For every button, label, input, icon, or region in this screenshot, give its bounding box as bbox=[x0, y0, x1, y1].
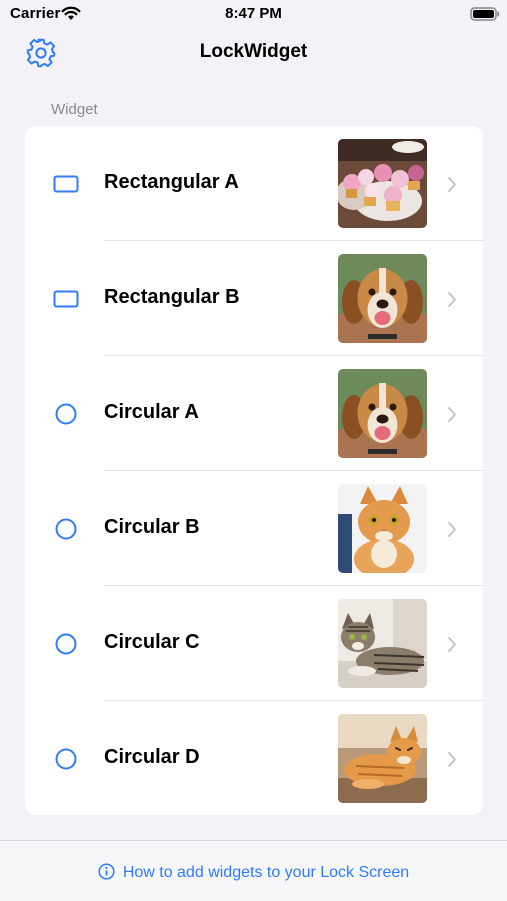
circle-icon bbox=[53, 747, 79, 771]
chevron-right-icon bbox=[446, 406, 458, 423]
widget-row-rectangular-a[interactable]: Rectangular A bbox=[25, 126, 483, 241]
cupcakes-thumbnail bbox=[338, 139, 427, 228]
chevron-right-icon bbox=[446, 176, 458, 193]
widget-row-circular-c[interactable]: Circular C bbox=[25, 586, 483, 701]
widget-row-label: Circular A bbox=[104, 401, 199, 423]
clock-time: 8:47 PM bbox=[225, 5, 282, 22]
orange-kitten-thumbnail bbox=[338, 484, 427, 573]
circle-icon bbox=[53, 517, 79, 541]
widget-row-circular-a[interactable]: Circular A bbox=[25, 356, 483, 471]
circle-icon bbox=[53, 632, 79, 656]
beagle-dog-thumbnail bbox=[338, 254, 427, 343]
circle-icon bbox=[53, 402, 79, 426]
rectangle-icon bbox=[53, 172, 79, 196]
bottom-bar: How to add widgets to your Lock Screen bbox=[0, 840, 507, 901]
rectangle-icon bbox=[53, 287, 79, 311]
chevron-right-icon bbox=[446, 521, 458, 538]
page-title: LockWidget bbox=[199, 41, 308, 62]
chevron-right-icon bbox=[446, 751, 458, 768]
section-header: Widget bbox=[51, 101, 98, 118]
widget-row-label: Circular B bbox=[104, 516, 200, 538]
widget-row-label: Circular D bbox=[104, 746, 200, 768]
status-bar: Carrier 8:47 PM bbox=[0, 0, 507, 28]
add-widgets-help-link[interactable]: How to add widgets to your Lock Screen bbox=[0, 863, 507, 882]
widget-row-circular-b[interactable]: Circular B bbox=[25, 471, 483, 586]
chevron-right-icon bbox=[446, 291, 458, 308]
info-icon bbox=[98, 863, 115, 880]
widget-list: Rectangular A Rectangular B Circular A C… bbox=[25, 126, 483, 815]
widget-row-rectangular-b[interactable]: Rectangular B bbox=[25, 241, 483, 356]
chevron-right-icon bbox=[446, 636, 458, 653]
widget-row-label: Rectangular B bbox=[104, 286, 240, 308]
tabby-cat-thumbnail bbox=[338, 599, 427, 688]
widget-row-label: Rectangular A bbox=[104, 171, 239, 193]
orange-cat-lying-thumbnail bbox=[338, 714, 427, 803]
widget-row-label: Circular C bbox=[104, 631, 200, 653]
widget-row-circular-d[interactable]: Circular D bbox=[25, 701, 483, 815]
help-link-text: How to add widgets to your Lock Screen bbox=[122, 864, 410, 881]
beagle-dog-thumbnail bbox=[338, 369, 427, 458]
battery-icon bbox=[470, 6, 500, 22]
